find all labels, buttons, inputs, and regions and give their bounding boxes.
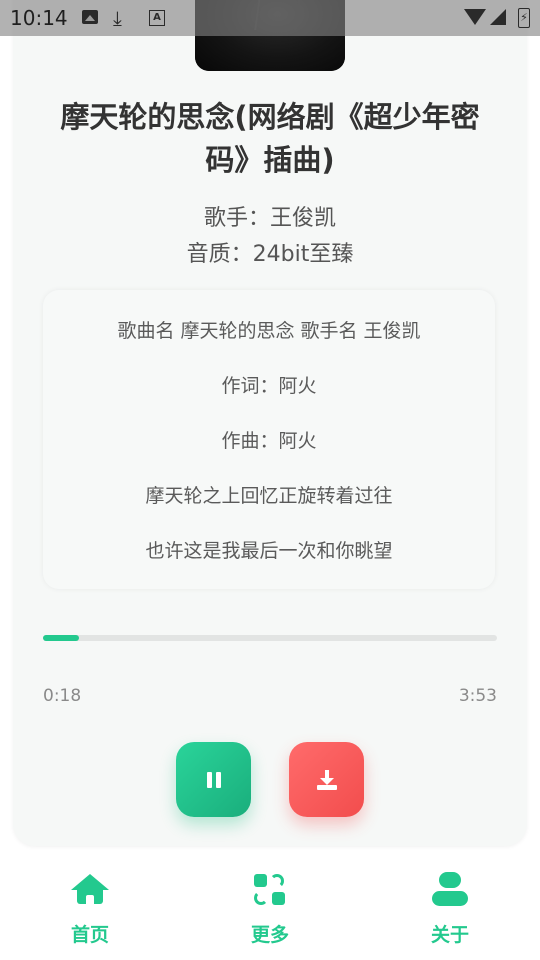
nav-item-label: 关于 [430, 924, 469, 946]
progress-fill [43, 635, 80, 641]
swap-icon [250, 872, 290, 912]
status-bar: 10:14 ⤓ A ⚡ [0, 0, 540, 36]
image-icon [82, 10, 98, 24]
download-icon: ⤓ [113, 6, 122, 30]
nav-item-home[interactable]: 首页 [40, 872, 140, 947]
a-icon: A [149, 10, 165, 26]
lyrics-panel[interactable]: 歌曲名 摩天轮的思念 歌手名 王俊凯 作词：阿火 作曲：阿火 摩天轮之上回忆正旋… [43, 290, 495, 589]
lyric-line: 歌曲名 摩天轮的思念 歌手名 王俊凯 [117, 320, 421, 342]
singer-label: 歌手：王俊凯 [203, 206, 336, 231]
lyric-line: 也许这是我最后一次和你眺望 [145, 540, 393, 562]
download-button[interactable] [289, 742, 364, 817]
lyric-line: 作词：阿火 [221, 375, 317, 397]
wifi-icon [464, 9, 486, 25]
lyric-line: 摩天轮之上回忆正旋转着过往 [145, 485, 393, 507]
download-icon [316, 769, 337, 790]
music-player-screen: 10:14 ⤓ A ⚡ 摩天轮的思念(网络剧《超少年密码》插曲) 歌手：王俊凯 … [0, 0, 540, 960]
song-title: 摩天轮的思念(网络剧《超少年密码》插曲) [60, 100, 480, 177]
current-time: 0:18 [43, 686, 82, 706]
user-icon [430, 872, 470, 912]
pause-button[interactable] [176, 742, 251, 817]
nav-item-more[interactable]: 更多 [220, 872, 320, 947]
pause-icon [206, 771, 221, 788]
nav-item-about[interactable]: 关于 [400, 872, 500, 947]
quality-label: 音质：24bit至臻 [186, 242, 354, 267]
signal-icon [490, 9, 506, 25]
battery-icon: ⚡ [518, 8, 530, 28]
home-icon [70, 872, 110, 912]
bottom-navigation: 首页 更多 关于 [0, 850, 540, 960]
total-time: 3:53 [458, 686, 497, 706]
nav-item-label: 首页 [70, 924, 109, 946]
progress-slider[interactable] [43, 635, 497, 641]
lyric-line-current: 作曲：阿火 [221, 430, 317, 452]
status-time: 10:14 [10, 6, 68, 30]
nav-item-label: 更多 [250, 924, 289, 946]
